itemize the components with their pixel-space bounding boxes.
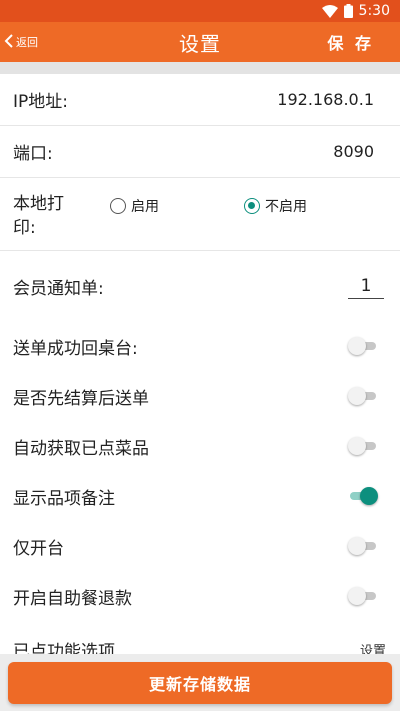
radio-checked-icon [244, 198, 260, 214]
port-row[interactable]: 端口: 8090 [0, 126, 400, 178]
radio-circle-icon [110, 198, 126, 214]
port-label: 端口: [13, 144, 53, 164]
toggle-row[interactable]: 开启自助餐退款 [0, 571, 400, 621]
auto-fetch-dishes-switch[interactable] [348, 436, 378, 456]
update-storage-button[interactable]: 更新存储数据 [8, 662, 392, 704]
local-print-label: 本地打印: [13, 194, 64, 238]
buffet-refund-switch[interactable] [348, 586, 378, 606]
member-notice-label: 会员通知单: [13, 278, 104, 299]
toggle-row[interactable]: 是否先结算后送单 [0, 371, 400, 421]
toggle-label: 自动获取已点菜品 [13, 438, 149, 459]
toggle-label: 仅开台 [13, 538, 64, 559]
ordered-options-settings-link[interactable]: 设置 [360, 640, 386, 655]
nav-bar: 返回 设置 保 存 [0, 22, 400, 62]
toggle-label: 是否先结算后送单 [13, 388, 149, 409]
radio-disable[interactable]: 不启用 [244, 196, 307, 216]
ip-address-row[interactable]: IP地址: 192.168.0.1 [0, 74, 400, 126]
settings-list[interactable]: IP地址: 192.168.0.1 端口: 8090 本地打印: 启用 不启用 … [0, 74, 400, 654]
footer: 更新存储数据 [0, 654, 400, 711]
show-item-notes-switch[interactable] [348, 486, 378, 506]
ordered-options-label: 已点功能选项 [13, 641, 115, 655]
member-notice-row: 会员通知单: 1 [0, 251, 400, 321]
radio-disable-label: 不启用 [265, 199, 307, 215]
toggle-label: 送单成功回桌台: [13, 338, 138, 359]
return-table-switch[interactable] [348, 336, 378, 356]
back-label: 返回 [16, 36, 38, 49]
port-input[interactable]: 8090 [333, 142, 374, 161]
status-time: 5:30 [358, 3, 390, 19]
toggle-row[interactable]: 显示品项备注 [0, 471, 400, 521]
chevron-left-icon [4, 33, 14, 51]
toggle-label: 开启自助餐退款 [13, 588, 132, 609]
toggle-row[interactable]: 送单成功回桌台: [0, 321, 400, 371]
toggle-row[interactable]: 仅开台 [0, 521, 400, 571]
wifi-icon [321, 4, 338, 18]
save-button[interactable]: 保 存 [327, 22, 374, 62]
settle-first-switch[interactable] [348, 386, 378, 406]
toggle-label: 显示品项备注 [13, 488, 115, 509]
open-table-only-switch[interactable] [348, 536, 378, 556]
radio-enable[interactable]: 启用 [110, 196, 159, 216]
ip-address-input[interactable]: 192.168.0.1 [277, 90, 374, 109]
battery-icon [343, 4, 353, 18]
local-print-row: 本地打印: 启用 不启用 [0, 178, 400, 251]
ip-address-label: IP地址: [13, 92, 68, 112]
toggle-row[interactable]: 自动获取已点菜品 [0, 421, 400, 471]
back-button[interactable]: 返回 [4, 22, 38, 62]
section-divider [0, 62, 400, 74]
ordered-options-row[interactable]: 已点功能选项 设置 [0, 626, 400, 655]
status-bar: 5:30 [0, 0, 400, 22]
radio-enable-label: 启用 [131, 199, 159, 215]
member-notice-count-input[interactable]: 1 [348, 273, 384, 299]
